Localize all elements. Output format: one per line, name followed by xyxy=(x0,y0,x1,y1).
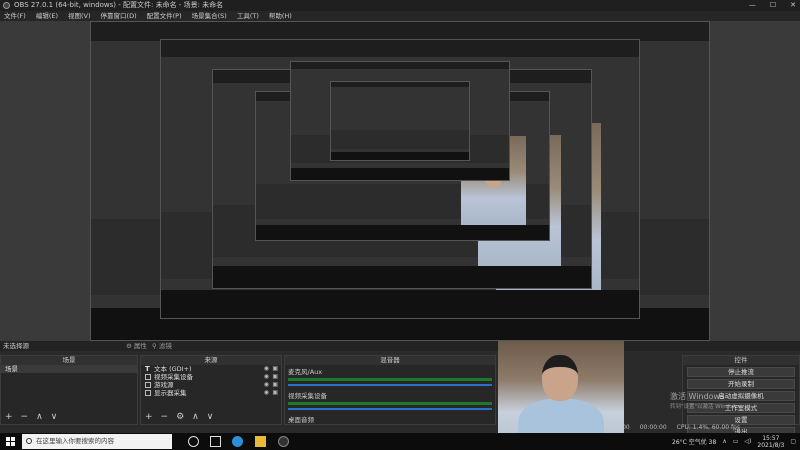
title-bar: OBS 27.0.1 (64-bit, windows) - 配置文件: 未命名… xyxy=(0,0,800,11)
maximize-button[interactable]: ☐ xyxy=(770,0,776,11)
taskbar-search-input[interactable]: 在这里输入你要搜索的内容 xyxy=(22,434,172,449)
channel-name: 桌面音频 xyxy=(288,416,314,424)
menu-help[interactable]: 帮助(H) xyxy=(269,11,292,21)
activate-windows-hint: 转到"设置"以激活 Windows。 xyxy=(670,404,746,410)
menu-bar: 文件(F) 编辑(E) 视图(V) 停靠窗口(D) 配置文件(P) 场景集合(S… xyxy=(0,11,800,21)
mixer-panel: 混音器 麦克风/Aux 视频采集设备 桌面音频 xyxy=(284,355,496,425)
clock[interactable]: 15:57 2021/8/3 xyxy=(757,435,784,449)
source-item[interactable]: 显示器采集 ◉ ▣ xyxy=(141,389,281,397)
move-down-icon[interactable]: ∨ xyxy=(51,412,58,422)
eye-icon[interactable]: ◉ xyxy=(264,389,269,397)
mixer-channel: 桌面音频 xyxy=(285,413,495,425)
volume-meter xyxy=(288,378,492,381)
edge-browser-icon[interactable] xyxy=(232,436,243,447)
volume-fader[interactable] xyxy=(288,408,492,410)
channel-name: 麦克风/Aux xyxy=(288,368,323,376)
start-recording-button[interactable]: 开始录制 xyxy=(687,379,795,389)
window-title: OBS 27.0.1 (64-bit, windows) - 配置文件: 未命名… xyxy=(14,1,224,9)
controls-header: 控件 xyxy=(683,356,799,365)
menu-scene-collection[interactable]: 场景集合(S) xyxy=(192,11,227,21)
person-face xyxy=(542,355,578,401)
close-button[interactable]: ✕ xyxy=(790,0,796,11)
add-scene-icon[interactable]: + xyxy=(5,412,13,422)
system-tray: 26°C 空气优 38 ∧ ▭ ◁) 15:57 2021/8/3 ▢ xyxy=(672,433,796,450)
source-toolbar: 未选择源 ⚙ 属性 ⚲ 滤镜 xyxy=(0,341,800,351)
mixer-channel: 麦克风/Aux xyxy=(285,365,495,389)
channel-name: 视频采集设备 xyxy=(288,392,327,400)
stop-streaming-button[interactable]: 停止推流 xyxy=(687,367,795,377)
lock-icon[interactable]: ▣ xyxy=(272,373,278,381)
menu-profile[interactable]: 配置文件(P) xyxy=(147,11,182,21)
move-up-icon[interactable]: ∧ xyxy=(192,412,199,422)
remove-scene-icon[interactable]: − xyxy=(21,412,29,422)
controls-panel: 控件 停止推流 开始录制 启动虚拟摄像机 工作室模式 设置 退出 xyxy=(682,355,800,437)
notification-icon[interactable]: ▢ xyxy=(790,438,796,445)
gamepad-icon xyxy=(145,382,151,388)
eye-icon[interactable]: ◉ xyxy=(264,381,269,389)
source-item[interactable]: 视频采集设备 ◉ ▣ xyxy=(141,373,281,381)
gear-icon[interactable]: ⚙ xyxy=(176,412,184,422)
source-item[interactable]: 游戏源 ◉ ▣ xyxy=(141,381,281,389)
add-source-icon[interactable]: + xyxy=(145,412,153,422)
volume-meter xyxy=(288,402,492,405)
weather-widget[interactable]: 26°C 空气优 38 xyxy=(672,437,716,446)
properties-button[interactable]: ⚙ 属性 xyxy=(126,341,147,351)
minimize-button[interactable]: — xyxy=(749,0,756,11)
obs-app-icon[interactable] xyxy=(278,436,289,447)
monitor-icon xyxy=(145,390,151,396)
menu-view[interactable]: 视图(V) xyxy=(68,11,91,21)
move-down-icon[interactable]: ∨ xyxy=(207,412,214,422)
sources-header: 来源 xyxy=(141,356,281,365)
menu-file[interactable]: 文件(F) xyxy=(4,11,26,21)
lock-icon[interactable]: ▣ xyxy=(272,365,278,373)
cpu-fps: CPU: 1.4%, 60.00 fps xyxy=(676,424,740,431)
filters-button[interactable]: ⚲ 滤镜 xyxy=(152,341,172,351)
camera-icon xyxy=(145,374,151,380)
preview-canvas[interactable] xyxy=(0,21,800,341)
windows-start-icon[interactable] xyxy=(6,437,15,446)
source-item[interactable]: T 文本 (GDI+) ◉ ▣ xyxy=(141,365,281,373)
scenes-header: 场景 xyxy=(1,356,137,365)
sources-panel: 来源 T 文本 (GDI+) ◉ ▣ 视频采集设备 ◉ ▣ 游戏源 ◉ ▣ 显示器采集… xyxy=(140,355,282,425)
nested-window xyxy=(330,81,470,161)
menu-docks[interactable]: 停靠窗口(D) xyxy=(101,11,137,21)
scene-item[interactable]: 场景 xyxy=(1,365,137,373)
text-icon: T xyxy=(145,365,150,373)
volume-fader[interactable] xyxy=(288,384,492,386)
record-time: 00:00:00 xyxy=(639,424,667,431)
file-explorer-icon[interactable] xyxy=(255,436,266,447)
windows-taskbar: 在这里输入你要搜索的内容 26°C 空气优 38 ∧ ▭ ◁) 15:57 20… xyxy=(0,433,800,450)
chevron-up-icon[interactable]: ∧ xyxy=(722,438,726,445)
menu-tools[interactable]: 工具(T) xyxy=(237,11,259,21)
obs-dock: 未选择源 ⚙ 属性 ⚲ 滤镜 场景 场景 + − ∧ ∨ 来源 T 文本 (GD… xyxy=(0,341,800,437)
network-icon[interactable]: ▭ xyxy=(733,438,739,445)
clock-date: 2021/8/3 xyxy=(757,441,785,449)
search-icon xyxy=(26,438,32,444)
volume-icon[interactable]: ◁) xyxy=(744,438,751,445)
menu-edit[interactable]: 编辑(E) xyxy=(36,11,58,21)
eye-icon[interactable]: ◉ xyxy=(264,365,269,373)
lock-icon[interactable]: ▣ xyxy=(272,381,278,389)
lock-icon[interactable]: ▣ xyxy=(272,389,278,397)
mixer-channel: 视频采集设备 xyxy=(285,389,495,413)
remove-source-icon[interactable]: − xyxy=(161,412,169,422)
activate-windows-watermark: 激活 Windows xyxy=(670,392,725,401)
move-up-icon[interactable]: ∧ xyxy=(36,412,43,422)
clock-time: 15:57 xyxy=(762,434,780,442)
scenes-panel: 场景 场景 + − ∧ ∨ xyxy=(0,355,138,425)
task-view-icon[interactable] xyxy=(210,436,221,447)
no-source-selected-label: 未选择源 xyxy=(3,342,29,350)
obs-logo-icon xyxy=(3,2,10,9)
cortana-icon[interactable] xyxy=(188,436,199,447)
eye-icon[interactable]: ◉ xyxy=(264,373,269,381)
mixer-header: 混音器 xyxy=(285,356,495,365)
